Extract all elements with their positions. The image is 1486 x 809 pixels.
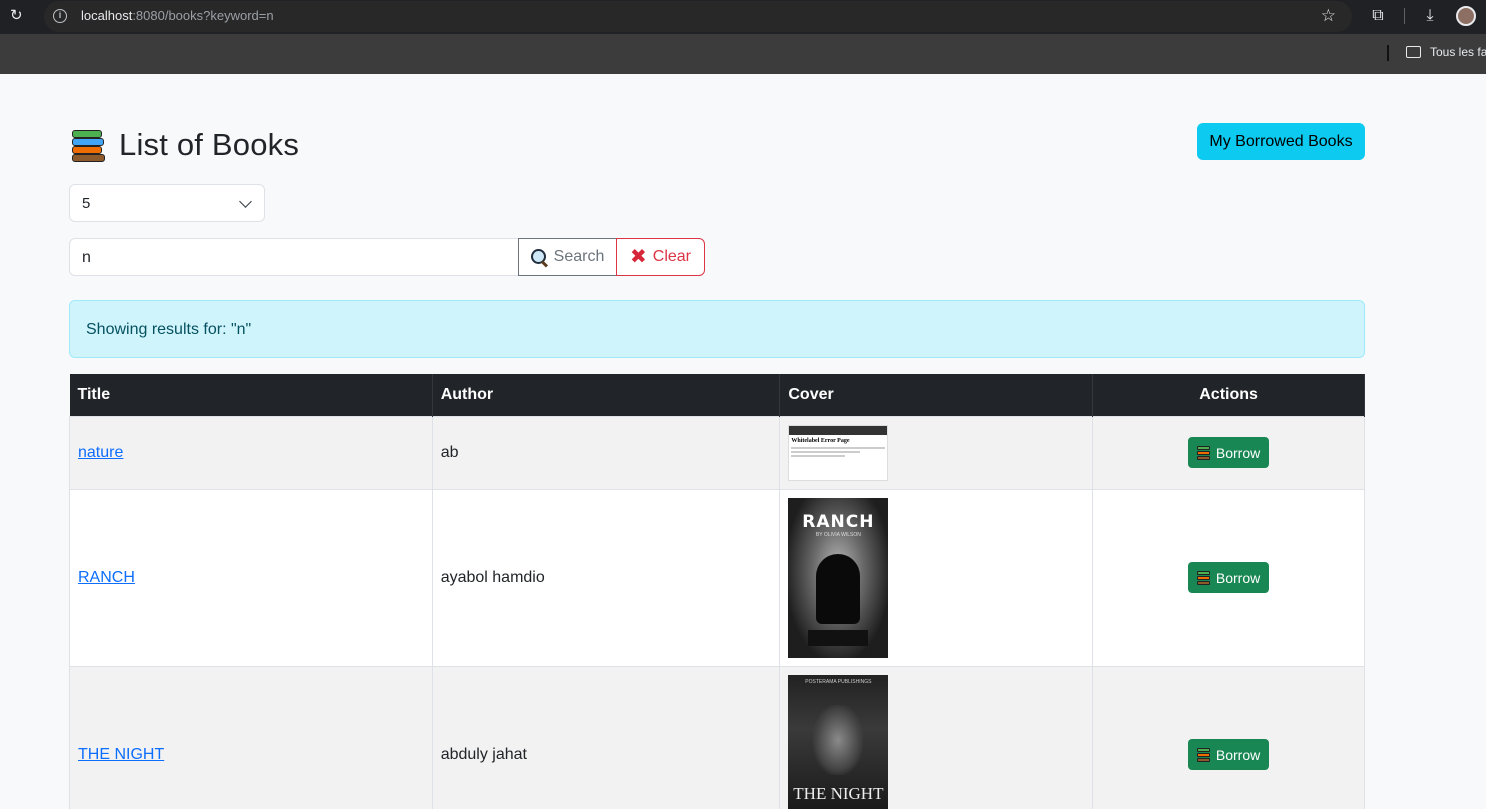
folder-icon[interactable] <box>1406 46 1421 58</box>
cover-cell: RANCH BY OLIVIA WILSON <box>779 488 1094 667</box>
cover-text: Whitelabel Error Page <box>791 437 850 444</box>
author-cell: ayabol hamdio <box>431 488 781 667</box>
browser-chrome: ↻ i localhost:8080/books?keyword=n ☆ ⧉ ⤓… <box>0 0 1486 74</box>
cover-title: THE NIGHT <box>793 783 884 803</box>
table-row: THE NIGHT abduly jahat POSTERAMA PUBLISH… <box>69 665 1365 809</box>
address-bar[interactable]: i localhost:8080/books?keyword=n ☆ <box>44 1 1352 32</box>
table-row: nature ab Whitelabel Error Page Borrow <box>69 415 1365 490</box>
header-title: Title <box>69 374 433 416</box>
header-cover: Cover <box>779 374 1094 416</box>
actions-cell: Borrow <box>1092 488 1365 667</box>
bookmarks-folder-label[interactable]: Tous les fa <box>1430 45 1486 59</box>
table-row: RANCH ayabol hamdio RANCH BY OLIVIA WILS… <box>69 488 1365 667</box>
header-actions: Actions <box>1092 374 1365 416</box>
bookmarks-divider <box>1387 45 1389 61</box>
page-header: List of Books <box>70 125 299 165</box>
book-cover-image: Whitelabel Error Page <box>788 424 889 481</box>
borrow-button-label: Borrow <box>1215 444 1261 461</box>
clear-button-label: Clear <box>652 248 691 265</box>
borrow-button[interactable]: Borrow <box>1187 739 1270 770</box>
book-title-link[interactable]: RANCH <box>78 569 135 586</box>
title-cell: nature <box>69 415 433 490</box>
book-cover-image: RANCH BY OLIVIA WILSON <box>788 497 889 658</box>
actions-cell: Borrow <box>1092 665 1365 809</box>
search-input[interactable]: n <box>69 238 519 276</box>
book-title-link[interactable]: nature <box>78 444 123 461</box>
bookmark-star-icon[interactable]: ☆ <box>1321 6 1336 26</box>
url-host: localhost <box>81 8 133 23</box>
borrow-button-label: Borrow <box>1215 569 1261 586</box>
page-title: List of Books <box>119 127 300 162</box>
search-button-label: Search <box>553 248 605 265</box>
actions-cell: Borrow <box>1092 415 1365 490</box>
table-header-row: Title Author Cover Actions <box>69 374 1365 416</box>
books-stack-icon <box>70 128 106 162</box>
magnifier-icon <box>530 248 548 266</box>
author-cell: abduly jahat <box>431 665 781 809</box>
cover-cell: POSTERAMA PUBLISHINGS THE NIGHT <box>779 665 1094 809</box>
url-text[interactable]: localhost:8080/books?keyword=n <box>81 8 274 23</box>
browser-toolbar: ↻ i localhost:8080/books?keyword=n ☆ ⧉ ⤓ <box>0 0 1486 34</box>
borrow-button[interactable]: Borrow <box>1187 437 1270 468</box>
page-size-value: 5 <box>82 195 91 212</box>
page-size-select[interactable]: 5 <box>69 184 265 222</box>
extensions-icon[interactable]: ⧉ <box>1368 6 1388 26</box>
books-table: Title Author Cover Actions nature ab Whi… <box>69 374 1365 809</box>
cover-cell: Whitelabel Error Page <box>779 415 1094 490</box>
cover-author: BY OLIVIA WILSON <box>815 531 861 538</box>
books-stack-icon <box>1196 747 1211 762</box>
books-stack-icon <box>1196 570 1211 585</box>
search-input-value: n <box>82 249 91 266</box>
profile-avatar[interactable] <box>1456 6 1476 26</box>
cross-mark-icon: ✖ <box>630 246 647 268</box>
books-stack-icon <box>1196 445 1211 460</box>
reload-icon[interactable]: ↻ <box>10 8 26 24</box>
clear-button[interactable]: ✖ Clear <box>616 238 705 276</box>
title-cell: THE NIGHT <box>69 665 433 809</box>
search-button[interactable]: Search <box>518 238 617 276</box>
book-cover-image: POSTERAMA PUBLISHINGS THE NIGHT <box>788 674 889 809</box>
title-cell: RANCH <box>69 488 433 667</box>
borrow-button-label: Borrow <box>1215 746 1261 763</box>
results-alert: Showing results for: "n" <box>69 300 1365 358</box>
author-cell: ab <box>431 415 781 490</box>
download-icon[interactable]: ⤓ <box>1420 6 1440 26</box>
my-borrowed-books-button[interactable]: My Borrowed Books <box>1197 123 1365 160</box>
book-title-link[interactable]: THE NIGHT <box>78 746 164 763</box>
site-info-icon[interactable]: i <box>53 9 67 23</box>
header-author: Author <box>432 374 781 416</box>
url-path: :8080/books?keyword=n <box>132 8 274 23</box>
cover-publisher: POSTERAMA PUBLISHINGS <box>805 678 872 685</box>
cover-title: RANCH <box>802 511 875 532</box>
borrow-button[interactable]: Borrow <box>1187 562 1270 593</box>
toolbar-divider <box>1404 8 1405 24</box>
chevron-down-icon <box>239 195 252 208</box>
